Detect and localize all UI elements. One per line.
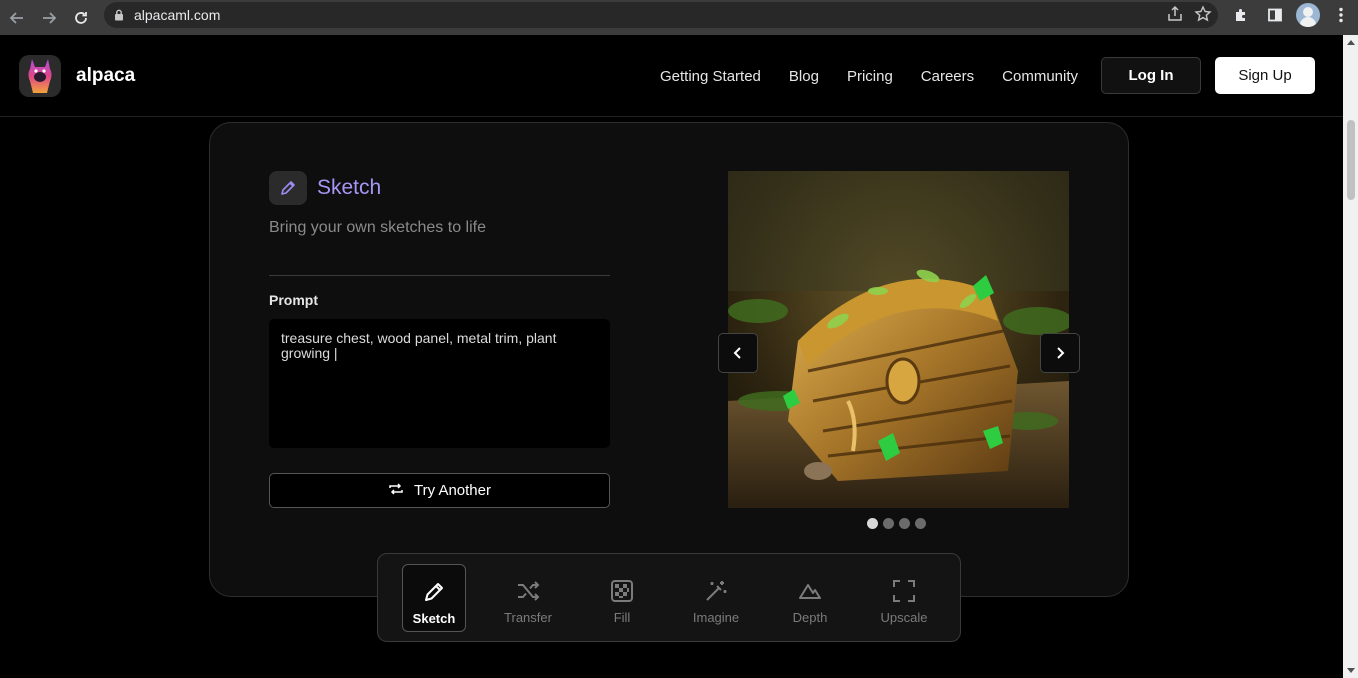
nav-blog[interactable]: Blog [789,68,819,85]
nav-community[interactable]: Community [1002,68,1078,85]
page-scrollbar[interactable] [1343,35,1358,678]
tool-label: Transfer [504,610,552,625]
prompt-label: Prompt [269,292,318,308]
tool-upscale[interactable]: Upscale [872,564,936,632]
carousel-dot[interactable] [867,518,878,529]
pencil-icon [425,583,443,601]
checker-icon [611,580,633,602]
feature-card: Sketch Bring your own sketches to life P… [209,122,1129,597]
bookmark-star-icon[interactable] [1194,5,1212,28]
address-bar[interactable]: alpacaml.com [104,2,1218,28]
chevron-right-icon [1057,347,1065,359]
tool-label: Sketch [412,611,456,626]
reload-icon[interactable] [68,5,94,31]
login-button[interactable]: Log In [1101,57,1201,94]
nav-careers[interactable]: Careers [921,68,974,85]
tool-label: Depth [792,610,828,625]
carousel-dot[interactable] [899,518,910,529]
feature-title: Sketch [317,176,382,199]
tool-transfer[interactable]: Transfer [496,564,560,632]
chevron-left-icon [733,347,741,359]
scroll-thumb[interactable] [1347,120,1355,200]
extensions-puzzle-icon[interactable] [1228,2,1254,28]
mountain-icon [799,584,821,599]
prompt-input[interactable]: treasure chest, wood panel, metal trim, … [269,319,610,448]
share-icon[interactable] [1166,5,1184,28]
shuffle-icon [518,581,540,601]
browser-toolbar: alpacaml.com [0,0,1358,35]
divider [269,275,610,276]
generated-image [728,171,1069,508]
lock-icon [114,9,124,21]
try-another-button[interactable]: Try Another [269,473,610,508]
forward-arrow-icon[interactable] [36,5,62,31]
tool-sketch[interactable]: Sketch [402,564,466,632]
tool-label: Fill [613,610,631,625]
side-panel-icon[interactable] [1262,2,1288,28]
tool-label: Imagine [692,610,740,625]
expand-icon [893,580,915,602]
carousel-dot[interactable] [915,518,926,529]
carousel-dots [867,518,926,529]
back-arrow-icon[interactable] [4,5,30,31]
site-header: alpaca Getting Started Blog Pricing Care… [0,35,1343,117]
carousel-dot[interactable] [883,518,894,529]
url-text: alpacaml.com [134,7,221,23]
brand-name[interactable]: alpaca [76,65,135,87]
repeat-icon [388,481,404,501]
pencil-icon [269,171,307,205]
main-nav: Getting Started Blog Pricing Careers Com… [660,68,1078,85]
alpaca-logo[interactable] [19,55,61,97]
try-another-label: Try Another [414,482,491,499]
tool-fill[interactable]: Fill [590,564,654,632]
prev-image-button[interactable] [718,333,758,373]
nav-getting-started[interactable]: Getting Started [660,68,761,85]
alpaca-logo-icon [28,59,52,93]
profile-avatar[interactable] [1296,3,1320,27]
tool-depth[interactable]: Depth [778,564,842,632]
next-image-button[interactable] [1040,333,1080,373]
scroll-up-icon[interactable] [1347,40,1355,45]
magic-wand-icon [706,581,727,601]
signup-button[interactable]: Sign Up [1215,57,1315,94]
tool-imagine[interactable]: Imagine [684,564,748,632]
tool-selector: Sketch Transfer Fill Imagine Depth Upsca… [377,553,961,642]
nav-pricing[interactable]: Pricing [847,68,893,85]
feature-subtitle: Bring your own sketches to life [269,219,486,236]
tool-label: Upscale [880,610,928,625]
scroll-down-icon[interactable] [1347,668,1355,673]
kebab-menu-icon[interactable] [1328,2,1354,28]
